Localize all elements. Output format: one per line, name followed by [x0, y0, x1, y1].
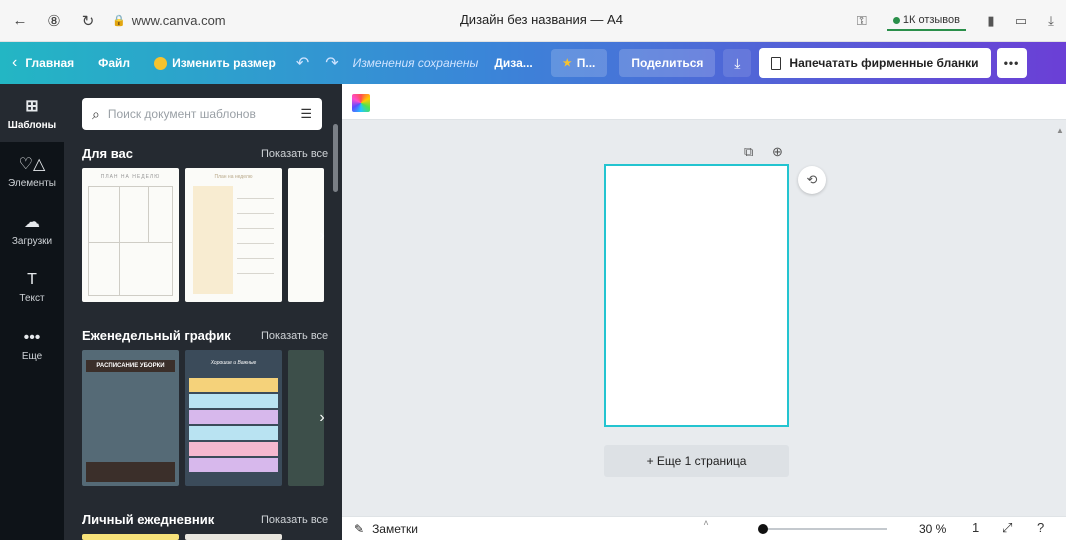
reload-icon[interactable]: ↻ — [74, 7, 102, 35]
reviews-dot-icon — [892, 16, 900, 24]
download-icon[interactable]: ⤓ — [1036, 6, 1066, 36]
undo-icon[interactable]: ↶ — [288, 53, 317, 73]
text-icon: T — [27, 270, 37, 288]
fullscreen-icon[interactable]: ⤢ — [1002, 520, 1012, 536]
url-text: www.canva.com — [131, 13, 226, 28]
redo-icon[interactable]: ↷ — [317, 53, 346, 73]
lock-icon: 🔒 — [112, 15, 126, 27]
search-input[interactable]: ⌕ Поиск документ шаблонов ☰ — [82, 98, 322, 130]
rail-item-templates[interactable]: ⊞ Шаблоны — [0, 84, 64, 142]
add-page-button[interactable]: + Еще 1 страница — [604, 445, 789, 477]
zoom-value[interactable]: 30 % — [919, 522, 946, 536]
design-name[interactable]: Диза... — [494, 56, 532, 70]
section-title: Личный ежедневник — [82, 512, 215, 527]
reviews-label: 1К отзывов — [902, 14, 960, 26]
more-icon: ••• — [23, 328, 41, 346]
template-title: РАСПИСАНИЕ УБОРКИ — [86, 360, 175, 372]
profile-icon[interactable]: ⑧ — [40, 7, 68, 35]
chevron-up-icon[interactable]: ˄ — [687, 517, 725, 529]
elements-icon: ♡△ — [18, 155, 46, 173]
section-title: Еженедельный график — [82, 328, 231, 343]
resize-button[interactable]: Изменить размер — [142, 42, 288, 84]
star-icon: ★ — [562, 57, 572, 69]
rail-item-label: Загрузки — [11, 235, 53, 247]
rail-item-elements[interactable]: ♡△ Элементы — [0, 142, 64, 200]
notes-button[interactable]: ✎ Заметки — [354, 522, 418, 536]
help-icon[interactable]: ? — [1037, 520, 1044, 535]
key-icon[interactable]: ⚿ — [847, 6, 877, 36]
rail-item-label: Шаблоны — [7, 119, 57, 131]
cloud-upload-icon: ☁ — [24, 213, 40, 231]
notes-icon: ✎ — [354, 521, 365, 536]
saved-status: Изменения сохранены — [352, 56, 479, 70]
panel-scrollbar[interactable] — [333, 124, 338, 192]
resize-label: Изменить размер — [172, 56, 276, 70]
zoom-slider-knob[interactable] — [758, 524, 768, 534]
address-bar[interactable]: 🔒 www.canva.com — [112, 13, 226, 28]
canvas-scrollbar[interactable]: ▲ — [1054, 120, 1066, 500]
share-button[interactable]: Поделиться — [619, 49, 716, 77]
chevron-left-icon: ‹ — [12, 54, 18, 71]
pro-label: П... — [576, 56, 596, 70]
template-thumbnail[interactable] — [82, 534, 179, 540]
add-page-icon[interactable]: ⊕ — [772, 144, 783, 160]
browser-toolbar: ← ⑧ ↻ 🔒 www.canva.com Дизайн без названи… — [0, 0, 1066, 42]
rail-item-label: Текст — [19, 292, 45, 304]
file-menu[interactable]: Файл — [86, 42, 142, 84]
filter-icon[interactable]: ☰ — [300, 106, 312, 122]
template-title: ПЛАН НА НЕДЕЛЮ — [100, 174, 161, 180]
document-icon — [771, 56, 782, 70]
search-icon: ⌕ — [92, 105, 100, 122]
rail-item-more[interactable]: ••• Еще — [0, 316, 64, 374]
page-count-icon[interactable]: 1 — [972, 520, 979, 535]
editor-canvas-area: ⧉ ⊕ ⟲ + Еще 1 страница ▲ — [342, 84, 1066, 540]
scroll-up-icon[interactable]: ▲ — [1056, 126, 1064, 135]
show-all-link[interactable]: Показать все — [261, 514, 328, 526]
color-picker-icon[interactable] — [352, 94, 370, 112]
reviews-button[interactable]: 1К отзывов — [886, 11, 966, 31]
section-title: Для вас — [82, 146, 133, 161]
planner-grid — [88, 186, 173, 296]
show-all-link[interactable]: Показать все — [261, 330, 328, 342]
back-icon[interactable]: ← — [6, 7, 34, 35]
bottom-bar: ˄ ✎ Заметки 30 % 1 ⤢ ? — [342, 516, 1066, 540]
editor-toolbar: ‹ Главная Файл Изменить размер ↶ ↷ Измен… — [0, 42, 1066, 84]
template-thumbnail[interactable]: РАСПИСАНИЕ УБОРКИ — [82, 350, 179, 486]
rail-item-label: Еще — [21, 350, 43, 362]
template-thumbnail[interactable]: План на неделю — [185, 168, 282, 302]
rail-item-text[interactable]: T Текст — [0, 258, 64, 316]
design-page[interactable] — [604, 164, 789, 427]
print-label: Напечатать фирменные бланки — [789, 56, 979, 70]
home-label: Главная — [25, 56, 75, 70]
rail-item-uploads[interactable]: ☁ Загрузки — [0, 200, 64, 258]
notes-label: Заметки — [372, 521, 418, 536]
bookmark-icon[interactable]: ▮ — [976, 6, 1006, 36]
page-title: Дизайн без названия — A4 — [460, 12, 623, 27]
home-button[interactable]: ‹ Главная — [0, 42, 86, 84]
download-button[interactable]: ⤓ — [723, 49, 752, 77]
duplicate-page-icon[interactable]: ⧉ — [744, 144, 753, 160]
template-thumbnail[interactable] — [185, 534, 282, 540]
template-thumbnail[interactable]: ПЛАН НА НЕДЕЛЮ — [82, 168, 179, 302]
templates-icon: ⊞ — [25, 97, 39, 115]
side-rail: ⊞ Шаблоны ♡△ Элементы ☁ Загрузки T Текст… — [0, 84, 64, 540]
print-button[interactable]: Напечатать фирменные бланки — [759, 48, 991, 78]
more-button[interactable]: ••• — [996, 48, 1027, 78]
template-title: Хорошие и Важные — [210, 360, 257, 366]
template-thumbnail[interactable]: Хорошие и Важные — [185, 350, 282, 486]
crown-icon — [154, 56, 168, 70]
rail-item-label: Элементы — [8, 177, 56, 189]
pro-button[interactable]: ★ П... — [550, 49, 608, 77]
zoom-slider[interactable] — [758, 524, 887, 534]
templates-panel: ⌕ Поиск документ шаблонов ☰ Для вас Пока… — [64, 84, 342, 540]
editor-top-bar — [342, 84, 1066, 120]
chevron-right-icon[interactable]: › — [310, 406, 334, 430]
template-title: План на неделю — [214, 174, 253, 180]
comment-icon[interactable]: ⟲ — [798, 166, 826, 194]
search-placeholder: Поиск документ шаблонов — [107, 107, 256, 121]
chevron-right-icon[interactable]: › — [310, 224, 334, 248]
show-all-link[interactable]: Показать все — [261, 148, 328, 160]
battery-icon[interactable]: ▭ — [1006, 6, 1036, 36]
